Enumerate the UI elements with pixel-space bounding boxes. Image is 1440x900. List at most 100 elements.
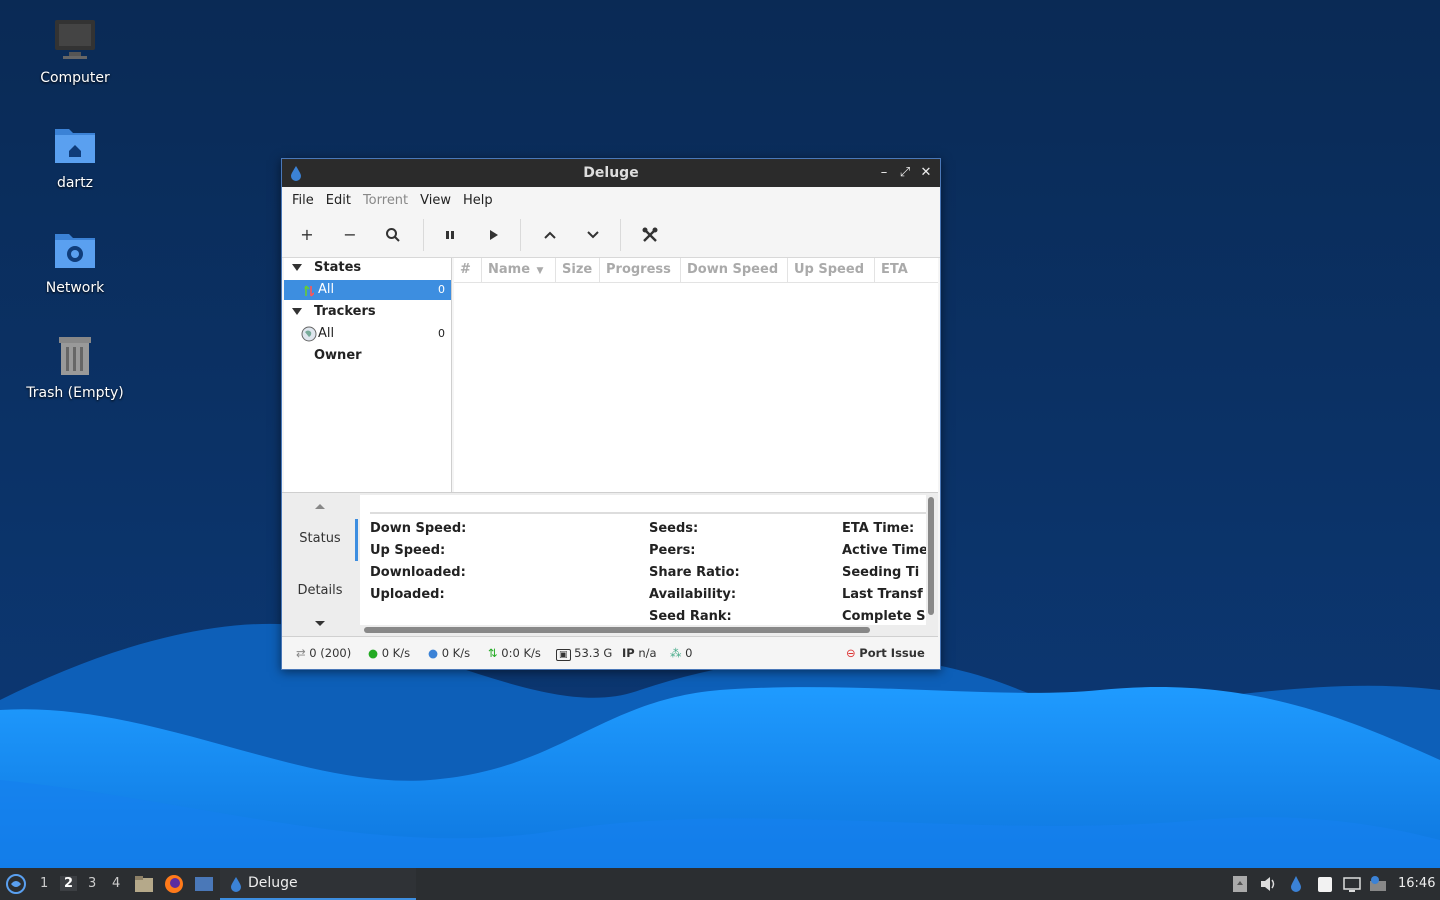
sidebar-item-label: All (318, 326, 335, 341)
label-share-ratio: Share Ratio: (649, 565, 740, 580)
protocol-traffic-item: ⇅ 0:0 K/s (488, 646, 541, 660)
search-icon (386, 228, 400, 242)
workspace-3[interactable]: 3 (88, 876, 96, 891)
label-active-time: Active Time (842, 543, 926, 558)
trackers-header[interactable]: Trackers (284, 302, 451, 322)
download-speed-value: 0 K/s (381, 646, 411, 660)
column-header-number[interactable]: # (454, 258, 482, 282)
desktop-icon-label: Trash (Empty) (26, 385, 124, 401)
ip-label: IP (622, 646, 635, 660)
file-manager-icon[interactable] (134, 875, 154, 897)
tray-notes-icon[interactable] (1231, 875, 1249, 893)
torrent-list[interactable]: # Name ▼ Size Progress Down Speed Up Spe… (454, 258, 938, 492)
menu-file[interactable]: File (286, 193, 320, 208)
taskbar-clock[interactable]: 16:46 (1398, 876, 1435, 891)
external-ip-item: IP n/a (622, 646, 657, 660)
tab-details[interactable]: Details (282, 583, 358, 598)
label-peers: Peers: (649, 543, 696, 558)
desktop-icon-computer[interactable]: Computer (15, 16, 135, 86)
workspace-1[interactable]: 1 (40, 876, 48, 891)
active-tab-indicator (355, 519, 358, 561)
owner-header[interactable]: Owner (284, 346, 451, 366)
workspace-2[interactable]: 2 (60, 876, 78, 891)
download-speed-item[interactable]: ● 0 K/s (368, 646, 410, 660)
tray-deluge-icon[interactable] (1289, 875, 1307, 893)
resume-button[interactable] (478, 221, 508, 249)
dht-nodes-item: ⁂ 0 (670, 646, 692, 660)
horizontal-scrollbar[interactable] (364, 627, 870, 633)
triangle-up-icon (315, 504, 325, 509)
tray-updates-icon[interactable] (1369, 875, 1387, 893)
queue-down-button[interactable] (578, 221, 608, 249)
column-header-eta[interactable]: ETA (875, 258, 938, 282)
show-desktop-icon[interactable] (194, 876, 214, 896)
disk-icon: ▣ (556, 649, 571, 661)
chevron-down-icon (587, 231, 599, 239)
desktop-icon-trash[interactable]: Trash (Empty) (15, 331, 135, 401)
add-torrent-button[interactable]: + (292, 221, 322, 249)
minimize-icon[interactable]: – (876, 165, 892, 181)
states-header[interactable]: States (284, 258, 451, 278)
states-header-label: States (314, 260, 362, 275)
desktop-icon-label: Computer (40, 70, 110, 86)
trackers-header-label: Trackers (314, 304, 376, 319)
window-titlebar[interactable]: Deluge – ⤢ ✕ (282, 159, 940, 187)
upload-speed-icon: ● (428, 646, 439, 660)
plus-icon: + (300, 225, 314, 244)
taskbar: 1 2 3 4 Deluge 16:46 (0, 868, 1440, 900)
close-icon[interactable]: ✕ (918, 165, 934, 181)
label-eta-time: ETA Time: (842, 521, 915, 536)
column-header-down-speed[interactable]: Down Speed (681, 258, 788, 282)
menubar: File Edit Torrent View Help (282, 187, 940, 213)
column-header-up-speed[interactable]: Up Speed (788, 258, 875, 282)
maximize-icon[interactable]: ⤢ (897, 165, 913, 181)
sidebar-item-trackers-all[interactable]: All 0 (284, 324, 451, 344)
start-menu-icon[interactable] (6, 874, 26, 898)
label-seed-rank: Seed Rank: (649, 609, 732, 624)
dht-icon: ⁂ (670, 646, 682, 660)
workspace-4[interactable]: 4 (112, 876, 120, 891)
port-issue-label: Port Issue (859, 646, 925, 660)
column-header-name[interactable]: Name ▼ (482, 258, 556, 282)
sidebar-item-states-all[interactable]: All 0 (284, 280, 451, 300)
volume-icon[interactable] (1259, 875, 1277, 893)
find-button[interactable] (378, 221, 408, 249)
pause-button[interactable] (435, 221, 465, 249)
computer-icon (51, 16, 99, 64)
firefox-icon[interactable] (164, 874, 184, 898)
toolbar-separator (620, 219, 621, 251)
desktop-icon-label: dartz (56, 175, 94, 191)
preferences-button[interactable] (635, 221, 665, 249)
tab-scroll-up[interactable] (282, 499, 358, 514)
filter-sidebar: States All 0 Trackers All 0 Owner (284, 258, 452, 492)
vertical-scrollbar[interactable] (928, 497, 934, 615)
connections-item[interactable]: ⇄ 0 (200) (296, 646, 351, 660)
upload-speed-item[interactable]: ● 0 K/s (428, 646, 470, 660)
owner-header-label: Owner (314, 348, 362, 363)
tray-display-icon[interactable] (1343, 875, 1361, 893)
menu-view[interactable]: View (414, 193, 457, 208)
tab-scroll-down[interactable] (282, 617, 358, 632)
label-complete-seen: Complete S (842, 609, 926, 624)
menu-torrent[interactable]: Torrent (357, 193, 414, 208)
desktop-icon-home-folder[interactable]: dartz (15, 121, 135, 191)
label-downloaded: Downloaded: (370, 565, 466, 580)
port-issue-item[interactable]: ⊖ Port Issue (846, 646, 925, 660)
taskbar-task-deluge[interactable]: Deluge (220, 868, 416, 900)
sidebar-item-count: 0 (438, 327, 445, 340)
tab-status[interactable]: Status (282, 531, 358, 546)
column-header-size[interactable]: Size (556, 258, 600, 282)
sidebar-item-count: 0 (438, 283, 445, 296)
tray-clipboard-icon[interactable] (1316, 875, 1334, 893)
menu-edit[interactable]: Edit (320, 193, 357, 208)
download-speed-icon: ● (368, 646, 379, 660)
statusbar: ⇄ 0 (200) ● 0 K/s ● 0 K/s ⇅ 0:0 K/s ▣ 53… (282, 636, 938, 669)
pause-icon (446, 231, 454, 239)
menu-help[interactable]: Help (457, 193, 499, 208)
remove-torrent-button[interactable]: − (335, 221, 365, 249)
column-header-progress[interactable]: Progress (600, 258, 681, 282)
desktop-icon-network[interactable]: Network (15, 226, 135, 296)
triangle-down-icon (315, 621, 325, 626)
connections-icon: ⇄ (296, 646, 306, 660)
queue-up-button[interactable] (535, 221, 565, 249)
